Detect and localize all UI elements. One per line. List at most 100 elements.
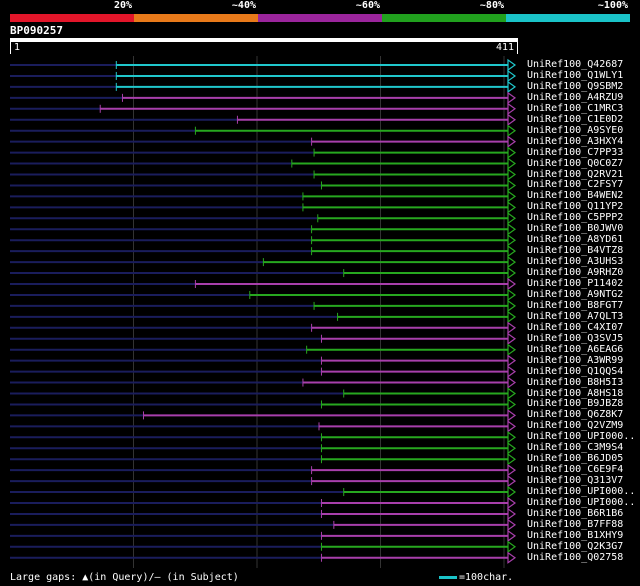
hit-label[interactable]: UniRef100_Q3SVJ5	[527, 333, 623, 344]
hit-label[interactable]: UniRef100_C2FSY7	[527, 179, 623, 190]
hit-row[interactable]	[10, 157, 517, 170]
hit-label[interactable]: UniRef100_A3WR99	[527, 355, 623, 366]
hit-row[interactable]	[10, 223, 517, 236]
hit-label[interactable]: UniRef100_C1MRC3	[527, 103, 623, 114]
hit-row[interactable]	[10, 113, 517, 126]
hit-label[interactable]: UniRef100_UPI000..	[527, 486, 635, 497]
hit-row[interactable]	[10, 299, 517, 313]
hit-label[interactable]: UniRef100_B0JWV0	[527, 223, 623, 234]
hit-label[interactable]: UniRef100_B8FGT7	[527, 300, 623, 311]
hit-label[interactable]: UniRef100_A8HS18	[527, 388, 623, 399]
hit-label[interactable]: UniRef100_Q02758	[527, 552, 623, 563]
hit-end-arrow	[507, 80, 517, 94]
hit-row[interactable]	[10, 442, 517, 455]
hit-row[interactable]	[10, 343, 517, 356]
hit-label[interactable]: UniRef100_UPI000..	[527, 431, 635, 442]
hit-label[interactable]: UniRef100_Q2K3G7	[527, 541, 623, 552]
hit-row[interactable]	[10, 80, 517, 94]
hit-label[interactable]: UniRef100_Q2RV21	[527, 169, 623, 180]
hit-label[interactable]: UniRef100_B9JBZ8	[527, 398, 623, 409]
hit-row[interactable]	[10, 168, 517, 181]
hit-row[interactable]	[10, 146, 517, 159]
hit-row[interactable]	[10, 409, 517, 422]
hit-label[interactable]: UniRef100_C5PPP2	[527, 212, 623, 223]
hit-label[interactable]: UniRef100_Q9SBM2	[527, 81, 623, 92]
hit-label[interactable]: UniRef100_UPI000..	[527, 497, 635, 508]
hit-row[interactable]	[10, 277, 517, 291]
hit-label[interactable]: UniRef100_Q6Z8K7	[527, 409, 623, 420]
hit-row[interactable]	[10, 485, 517, 499]
hit-label[interactable]: UniRef100_P11402	[527, 278, 623, 289]
hit-label[interactable]: UniRef100_C6E9F4	[527, 464, 623, 475]
hit-row[interactable]	[10, 453, 517, 466]
hit-row[interactable]	[10, 255, 517, 269]
hit-row[interactable]	[10, 102, 517, 115]
hit-label[interactable]: UniRef100_A9SYE0	[527, 125, 623, 136]
hit-row[interactable]	[10, 354, 517, 367]
hit-label[interactable]: UniRef100_C3M9S4	[527, 442, 623, 453]
hit-row[interactable]	[10, 431, 517, 444]
hit-end-arrow	[507, 288, 517, 302]
hit-label[interactable]: UniRef100_B1XHY9	[527, 530, 623, 541]
hit-label[interactable]: UniRef100_Q11YP2	[527, 201, 623, 212]
hit-row[interactable]	[10, 420, 517, 433]
hit-row[interactable]	[10, 69, 517, 83]
hit-end-arrow	[507, 474, 517, 488]
hit-end-arrow	[507, 91, 517, 105]
hit-label[interactable]: UniRef100_A3HXY4	[527, 136, 623, 147]
hit-label[interactable]: UniRef100_A6EAG6	[527, 344, 623, 355]
hit-row[interactable]	[10, 332, 517, 345]
hit-label[interactable]: UniRef100_Q1WLY1	[527, 70, 623, 81]
hit-row[interactable]	[10, 58, 517, 72]
hit-row[interactable]	[10, 365, 517, 378]
hit-label[interactable]: UniRef100_B6JD05	[527, 453, 623, 464]
hit-label[interactable]: UniRef100_B4WEN2	[527, 190, 623, 201]
hit-label[interactable]: UniRef100_B8H5I3	[527, 377, 623, 388]
hit-label[interactable]: UniRef100_Q2VZM9	[527, 420, 623, 431]
hit-end-arrow	[507, 157, 517, 170]
hit-row[interactable]	[10, 91, 517, 105]
hit-label[interactable]: UniRef100_A7QLT3	[527, 311, 623, 322]
hit-label[interactable]: UniRef100_C7PP33	[527, 147, 623, 158]
hit-row[interactable]	[10, 135, 517, 148]
hit-row[interactable]	[10, 376, 517, 389]
hit-label[interactable]: UniRef100_B6R1B6	[527, 508, 623, 519]
hit-row[interactable]	[10, 190, 517, 203]
hit-end-arrow	[507, 277, 517, 291]
hit-end-arrow	[507, 310, 517, 324]
hit-row[interactable]	[10, 321, 517, 334]
hit-label[interactable]: UniRef100_A8YD61	[527, 234, 623, 245]
hit-row[interactable]	[10, 288, 517, 302]
hit-row[interactable]	[10, 518, 517, 532]
hit-row[interactable]	[10, 474, 517, 488]
hit-row[interactable]	[10, 496, 517, 510]
hit-row[interactable]	[10, 266, 517, 280]
hit-row[interactable]	[10, 507, 517, 521]
hit-label[interactable]: UniRef100_B4VTZ8	[527, 245, 623, 256]
hit-row[interactable]	[10, 398, 517, 411]
hit-row[interactable]	[10, 201, 517, 214]
hit-label[interactable]: UniRef100_Q42687	[527, 59, 623, 70]
hit-label[interactable]: UniRef100_C4XI07	[527, 322, 623, 333]
hit-label[interactable]: UniRef100_Q313V7	[527, 475, 623, 486]
hit-row[interactable]	[10, 234, 517, 247]
hit-row[interactable]	[10, 387, 517, 400]
hit-row[interactable]	[10, 529, 517, 543]
hit-end-arrow	[507, 299, 517, 313]
hit-label[interactable]: UniRef100_B7FF88	[527, 519, 623, 530]
hit-row[interactable]	[10, 212, 517, 225]
hit-label[interactable]: UniRef100_A3UHS3	[527, 256, 623, 267]
hit-row[interactable]	[10, 551, 517, 564]
hit-row[interactable]	[10, 179, 517, 192]
hit-label[interactable]: UniRef100_C1E0D2	[527, 114, 623, 125]
hit-label[interactable]: UniRef100_Q0C0Z7	[527, 158, 623, 169]
hit-label[interactable]: UniRef100_A9NTG2	[527, 289, 623, 300]
hit-label[interactable]: UniRef100_Q1QQS4	[527, 366, 623, 377]
hit-row[interactable]	[10, 463, 517, 477]
hit-row[interactable]	[10, 244, 517, 258]
hit-row[interactable]	[10, 124, 517, 137]
hit-label[interactable]: UniRef100_A4RZU9	[527, 92, 623, 103]
hit-label[interactable]: UniRef100_A9RHZ0	[527, 267, 623, 278]
hit-row[interactable]	[10, 540, 517, 553]
hit-row[interactable]	[10, 310, 517, 324]
